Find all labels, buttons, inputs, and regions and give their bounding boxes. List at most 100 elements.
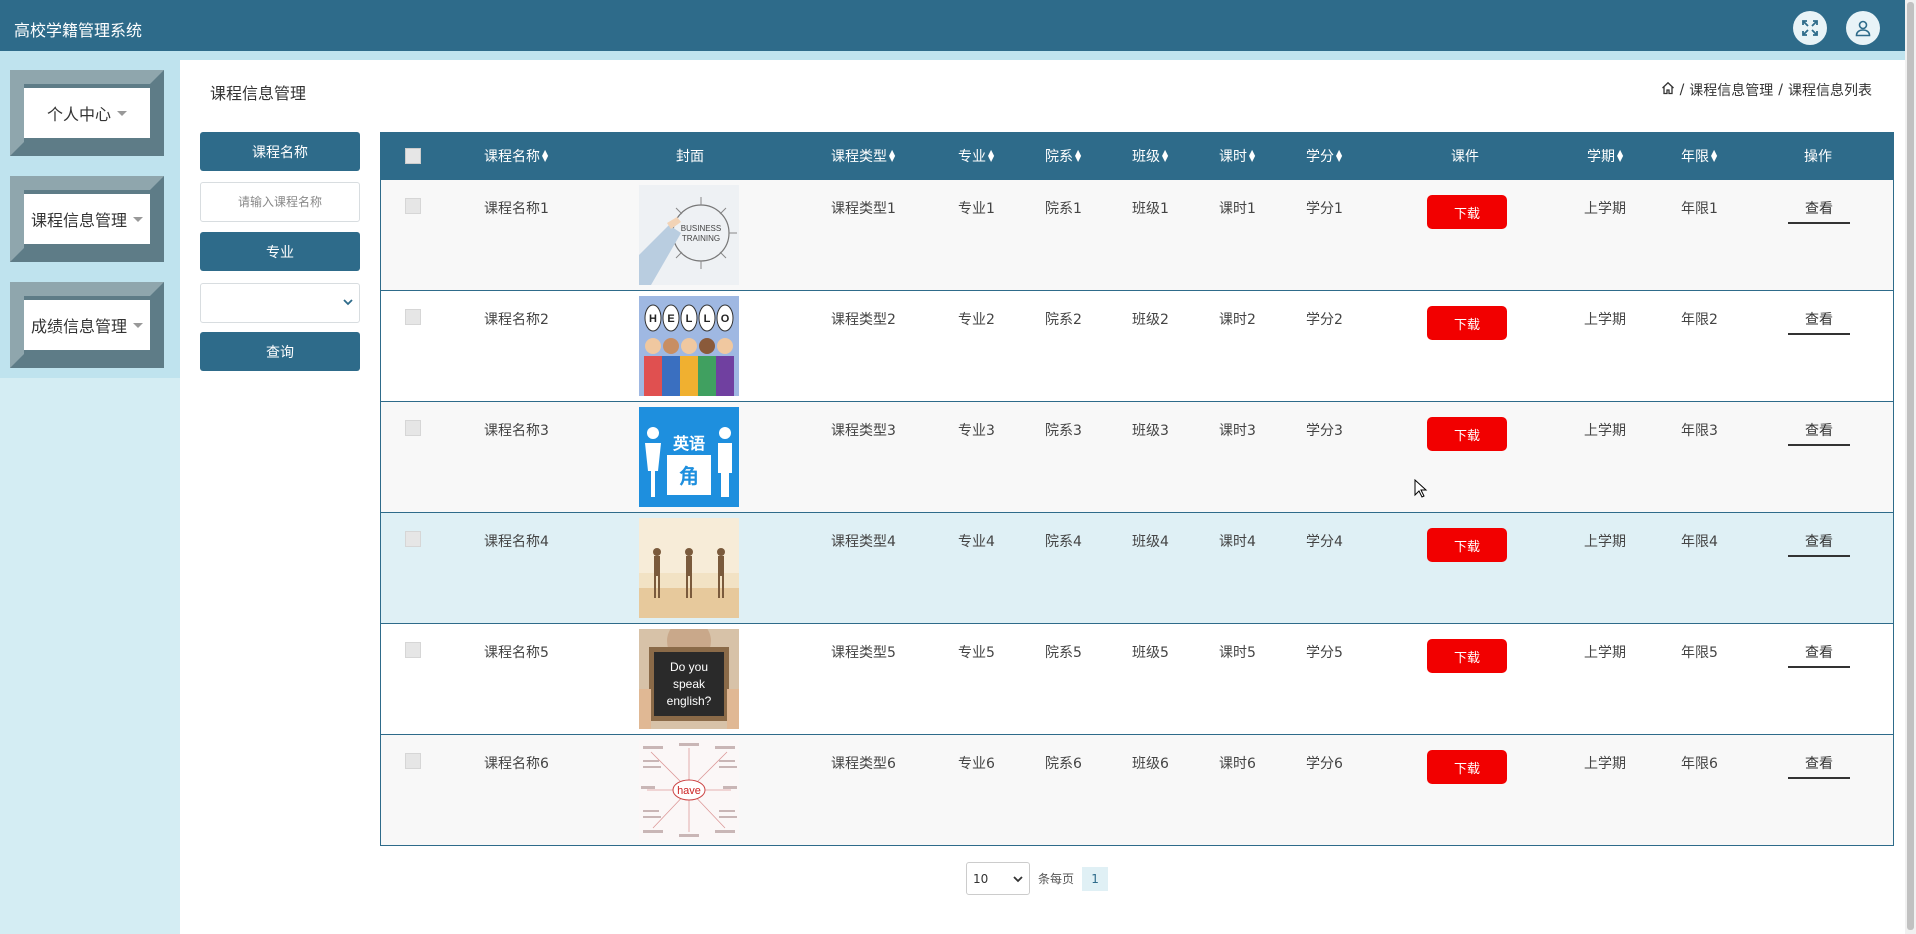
app-title: 高校学籍管理系统 bbox=[14, 21, 143, 40]
sort-icon: ▲ ▼ bbox=[988, 148, 995, 163]
class-cell: 班级5 bbox=[1132, 645, 1169, 661]
course-name-input[interactable] bbox=[200, 182, 360, 222]
breadcrumb-separator: / bbox=[1778, 82, 1783, 98]
column-header-hours[interactable]: 课时 ▲ ▼ bbox=[1219, 133, 1255, 179]
sort-icon: ▲ ▼ bbox=[1249, 148, 1256, 163]
pagination: 10 条每页 1 bbox=[966, 862, 1109, 895]
home-icon[interactable] bbox=[1661, 81, 1675, 99]
sort-icon: ▲ ▼ bbox=[1162, 148, 1169, 163]
download-button[interactable]: 下载 bbox=[1427, 639, 1507, 673]
course-name-cell: 课程名称4 bbox=[484, 534, 549, 550]
business-training-image: BUSINESS TRAINING bbox=[639, 185, 739, 285]
class-cell: 班级3 bbox=[1132, 423, 1169, 439]
page-size-select[interactable]: 10 bbox=[966, 862, 1030, 895]
caret-down-icon bbox=[133, 216, 143, 222]
cover-text: 英语 bbox=[672, 434, 705, 453]
query-button[interactable]: 查询 bbox=[200, 332, 360, 371]
credit-cell: 学分5 bbox=[1306, 645, 1343, 661]
cover-text: english? bbox=[667, 694, 712, 708]
course-name-label: 课程名称 bbox=[200, 132, 360, 171]
term-cell: 上学期 bbox=[1584, 423, 1626, 439]
column-header-term[interactable]: 学期 ▲ ▼ bbox=[1587, 133, 1623, 179]
department-cell: 院系6 bbox=[1045, 756, 1082, 772]
course-type-cell: 课程类型2 bbox=[831, 312, 896, 328]
svg-text:E: E bbox=[667, 313, 674, 325]
sort-icon: ▲ ▼ bbox=[1336, 148, 1343, 163]
svg-text:TRAINING: TRAINING bbox=[682, 234, 720, 243]
major-cell: 专业5 bbox=[958, 645, 995, 661]
select-all-checkbox[interactable] bbox=[405, 148, 421, 164]
course-type-cell: 课程类型3 bbox=[831, 423, 896, 439]
fullscreen-icon[interactable] bbox=[1793, 11, 1827, 45]
sidebar-item-grade-management[interactable]: 成绩信息管理 bbox=[24, 300, 150, 350]
user-icon[interactable] bbox=[1846, 11, 1880, 45]
sidebar-item-personal-center[interactable]: 个人中心 bbox=[24, 88, 150, 138]
term-cell: 上学期 bbox=[1584, 645, 1626, 661]
caret-down-icon bbox=[117, 110, 127, 116]
credit-cell: 学分2 bbox=[1306, 312, 1343, 328]
vertical-scrollbar[interactable] bbox=[1905, 0, 1916, 934]
sort-icon: ▲ ▼ bbox=[889, 148, 896, 163]
row-checkbox[interactable] bbox=[405, 198, 421, 214]
sidebar: 个人中心 课程信息管理 成绩信息管理 bbox=[0, 60, 180, 934]
term-cell: 上学期 bbox=[1584, 756, 1626, 772]
column-header-years[interactable]: 年限 ▲ ▼ bbox=[1681, 133, 1717, 179]
major-select[interactable] bbox=[200, 283, 360, 323]
row-checkbox[interactable] bbox=[405, 753, 421, 769]
download-button[interactable]: 下载 bbox=[1427, 750, 1507, 784]
sidebar-item-course-management[interactable]: 课程信息管理 bbox=[24, 194, 150, 244]
column-header-credit[interactable]: 学分 ▲ ▼ bbox=[1306, 133, 1342, 179]
view-button[interactable]: 查看 bbox=[1788, 749, 1850, 779]
cover-text: speak bbox=[673, 677, 706, 691]
row-checkbox[interactable] bbox=[405, 420, 421, 436]
hours-cell: 课时4 bbox=[1219, 534, 1256, 550]
view-button[interactable]: 查看 bbox=[1788, 416, 1850, 446]
sidebar-block: 课程信息管理 bbox=[0, 166, 180, 272]
cover-text: Do you bbox=[670, 660, 708, 674]
sidebar-block: 成绩信息管理 bbox=[0, 272, 180, 378]
page-size-value: 10 bbox=[973, 871, 989, 886]
download-button[interactable]: 下载 bbox=[1427, 195, 1507, 229]
course-type-cell: 课程类型4 bbox=[831, 534, 896, 550]
years-cell: 年限2 bbox=[1681, 312, 1718, 328]
major-label: 专业 bbox=[200, 232, 360, 271]
column-header-department[interactable]: 院系 ▲ ▼ bbox=[1045, 133, 1081, 179]
sort-icon: ▲ ▼ bbox=[542, 148, 549, 163]
course-name-cell: 课程名称5 bbox=[484, 645, 549, 661]
page-button-current[interactable]: 1 bbox=[1082, 866, 1109, 891]
download-button[interactable]: 下载 bbox=[1427, 417, 1507, 451]
column-header-major[interactable]: 专业 ▲ ▼ bbox=[958, 133, 994, 179]
do-you-speak-english-sign-image: Do you speak english? bbox=[639, 629, 739, 729]
major-cell: 专业3 bbox=[958, 423, 995, 439]
svg-text:BUSINESS: BUSINESS bbox=[681, 224, 721, 233]
course-name-cell: 课程名称6 bbox=[484, 756, 549, 772]
breadcrumb-item: 课程信息列表 bbox=[1788, 83, 1872, 99]
hours-cell: 课时2 bbox=[1219, 312, 1256, 328]
column-header-name[interactable]: 课程名称 ▲ ▼ bbox=[484, 133, 548, 179]
column-header-class[interactable]: 班级 ▲ ▼ bbox=[1132, 133, 1168, 179]
view-button[interactable]: 查看 bbox=[1788, 194, 1850, 224]
column-header-actions: 操作 bbox=[1804, 149, 1832, 165]
sort-icon: ▲ ▼ bbox=[1617, 148, 1624, 163]
scrollbar-thumb[interactable] bbox=[1907, 2, 1914, 930]
hours-cell: 课时5 bbox=[1219, 645, 1256, 661]
svg-text:H: H bbox=[649, 313, 657, 325]
view-button[interactable]: 查看 bbox=[1788, 638, 1850, 668]
course-type-cell: 课程类型1 bbox=[831, 201, 896, 217]
years-cell: 年限6 bbox=[1681, 756, 1718, 772]
mouse-cursor-icon bbox=[1414, 478, 1428, 503]
row-checkbox[interactable] bbox=[405, 309, 421, 325]
course-name-cell: 课程名称1 bbox=[484, 201, 549, 217]
breadcrumb-item[interactable]: 课程信息管理 bbox=[1689, 80, 1773, 100]
column-header-type[interactable]: 课程类型 ▲ ▼ bbox=[831, 133, 895, 179]
row-checkbox[interactable] bbox=[405, 531, 421, 547]
english-corner-sign-image: 英语 角 bbox=[639, 407, 739, 507]
view-button[interactable]: 查看 bbox=[1788, 305, 1850, 335]
row-checkbox[interactable] bbox=[405, 642, 421, 658]
download-button[interactable]: 下载 bbox=[1427, 306, 1507, 340]
major-cell: 专业2 bbox=[958, 312, 995, 328]
top-bar-strip bbox=[0, 51, 1905, 60]
column-header-courseware: 课件 bbox=[1451, 149, 1479, 165]
view-button[interactable]: 查看 bbox=[1788, 527, 1850, 557]
download-button[interactable]: 下载 bbox=[1427, 528, 1507, 562]
